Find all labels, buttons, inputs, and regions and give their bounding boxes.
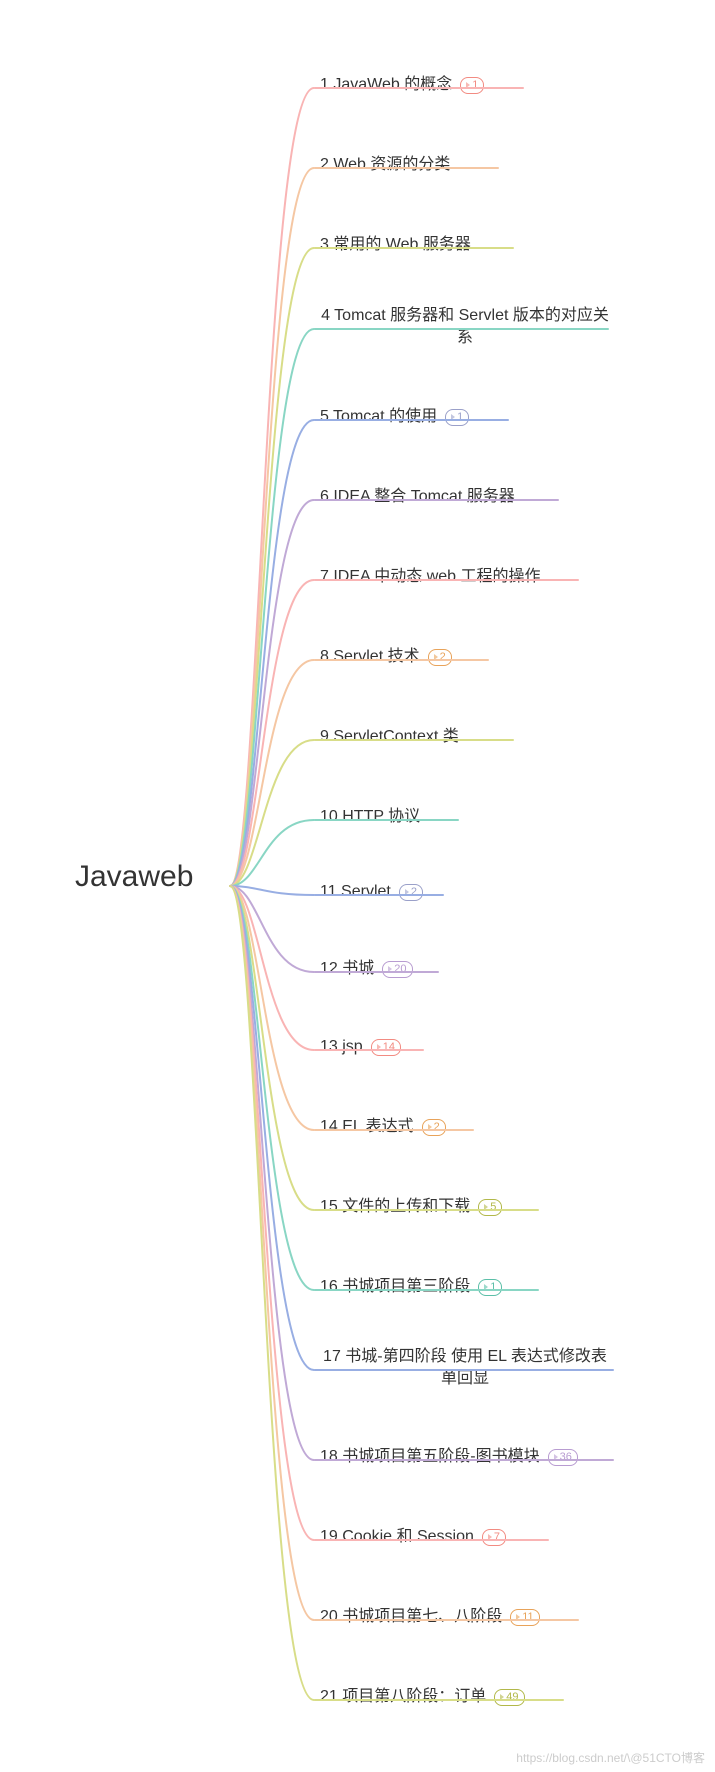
child-count-badge[interactable]: 1 bbox=[478, 1279, 502, 1296]
badge-count: 2 bbox=[440, 651, 446, 663]
mindmap-node-n1[interactable]: 1 JavaWeb 的概念 1 bbox=[320, 74, 484, 96]
node-underline bbox=[314, 819, 459, 821]
node-underline bbox=[314, 971, 439, 973]
node-label: 21 项目第八阶段：订单 bbox=[320, 1686, 486, 1708]
child-count-badge[interactable]: 36 bbox=[548, 1449, 578, 1466]
mindmap-node-n3[interactable]: 3 常用的 Web 服务器 bbox=[320, 234, 471, 256]
node-underline bbox=[314, 1459, 614, 1461]
node-label: 9 ServletContext 类 bbox=[320, 726, 459, 748]
child-count-badge[interactable]: 14 bbox=[371, 1039, 401, 1056]
mindmap-node-n6[interactable]: 6 IDEA 整合 Tomcat 服务器 bbox=[320, 486, 515, 508]
mindmap-node-n7[interactable]: 7 IDEA 中动态 web 工程的操作 bbox=[320, 566, 541, 588]
child-count-badge[interactable]: 49 bbox=[494, 1689, 524, 1706]
child-count-badge[interactable]: 1 bbox=[445, 409, 469, 426]
badge-count: 2 bbox=[434, 1121, 440, 1133]
mindmap-node-n15[interactable]: 15 文件的上传和下载 5 bbox=[320, 1196, 502, 1218]
node-label: 12 书城 bbox=[320, 958, 374, 980]
mindmap-node-n13[interactable]: 13 jsp 14 bbox=[320, 1036, 401, 1058]
child-count-badge[interactable]: 1 bbox=[460, 77, 484, 94]
node-underline bbox=[314, 739, 514, 741]
mindmap-node-n14[interactable]: 14 EL 表达式 2 bbox=[320, 1116, 446, 1138]
mindmap-node-n21[interactable]: 21 项目第八阶段：订单 49 bbox=[320, 1686, 525, 1708]
badge-count: 20 bbox=[394, 963, 406, 975]
child-count-badge[interactable]: 11 bbox=[510, 1609, 539, 1626]
node-underline bbox=[314, 247, 514, 249]
node-underline bbox=[314, 1049, 424, 1051]
mindmap-node-n10[interactable]: 10 HTTP 协议 bbox=[320, 806, 420, 828]
child-count-badge[interactable]: 20 bbox=[382, 961, 412, 978]
node-underline bbox=[314, 1539, 549, 1541]
node-label: 3 常用的 Web 服务器 bbox=[320, 234, 471, 256]
badge-count: 11 bbox=[522, 1611, 533, 1623]
badge-count: 5 bbox=[490, 1201, 496, 1213]
mindmap-node-n2[interactable]: 2 Web 资源的分类 bbox=[320, 154, 450, 176]
node-underline bbox=[314, 1699, 564, 1701]
node-underline bbox=[314, 87, 524, 89]
node-label: 18 书城项目第五阶段-图书模块 bbox=[320, 1446, 540, 1468]
mindmap-node-n18[interactable]: 18 书城项目第五阶段-图书模块 36 bbox=[320, 1446, 578, 1468]
child-count-badge[interactable]: 2 bbox=[428, 649, 452, 666]
node-label: 1 JavaWeb 的概念 bbox=[320, 74, 452, 96]
node-label: 8 Servlet 技术 bbox=[320, 646, 420, 668]
mindmap-node-n16[interactable]: 16 书城项目第三阶段 1 bbox=[320, 1276, 502, 1298]
root-label-text: Javaweb bbox=[75, 860, 193, 893]
node-underline bbox=[314, 1289, 539, 1291]
child-count-badge[interactable]: 2 bbox=[422, 1119, 446, 1136]
mindmap-node-n19[interactable]: 19 Cookie 和 Session 7 bbox=[320, 1526, 506, 1548]
node-underline bbox=[314, 1129, 474, 1131]
mindmap-node-n11[interactable]: 11 Servlet 2 bbox=[320, 881, 423, 903]
node-label: 2 Web 资源的分类 bbox=[320, 154, 450, 176]
mindmap-node-n5[interactable]: 5 Tomcat 的使用 1 bbox=[320, 406, 469, 428]
node-label: 16 书城项目第三阶段 bbox=[320, 1276, 470, 1298]
child-count-badge[interactable]: 7 bbox=[482, 1529, 506, 1546]
node-underline bbox=[314, 659, 489, 661]
mindmap-node-n12[interactable]: 12 书城 20 bbox=[320, 958, 413, 980]
node-underline bbox=[314, 1209, 539, 1211]
node-label: 13 jsp bbox=[320, 1036, 363, 1058]
node-underline bbox=[314, 579, 579, 581]
node-underline bbox=[314, 499, 559, 501]
mindmap-node-n8[interactable]: 8 Servlet 技术 2 bbox=[320, 646, 452, 668]
watermark-text: https://blog.csdn.net/\@51CTO博客 bbox=[516, 1749, 705, 1766]
node-underline bbox=[314, 419, 509, 421]
node-label: 19 Cookie 和 Session bbox=[320, 1526, 474, 1548]
mindmap-node-n9[interactable]: 9 ServletContext 类 bbox=[320, 726, 459, 748]
node-underline bbox=[314, 1619, 579, 1621]
node-label: 7 IDEA 中动态 web 工程的操作 bbox=[320, 566, 541, 588]
badge-count: 36 bbox=[560, 1451, 572, 1463]
child-count-badge[interactable]: 5 bbox=[478, 1199, 502, 1216]
node-label: 15 文件的上传和下载 bbox=[320, 1196, 470, 1218]
node-label: 5 Tomcat 的使用 bbox=[320, 406, 437, 428]
mindmap-node-n20[interactable]: 20 书城项目第七、八阶段 11 bbox=[320, 1606, 540, 1628]
badge-count: 7 bbox=[494, 1531, 500, 1543]
node-underline bbox=[314, 328, 609, 330]
node-label: 10 HTTP 协议 bbox=[320, 806, 420, 828]
node-label: 6 IDEA 整合 Tomcat 服务器 bbox=[320, 486, 515, 508]
badge-count: 49 bbox=[506, 1691, 518, 1703]
badge-count: 1 bbox=[472, 79, 478, 91]
node-label: 14 EL 表达式 bbox=[320, 1116, 414, 1138]
child-count-badge[interactable]: 2 bbox=[399, 884, 423, 901]
badge-count: 14 bbox=[383, 1041, 395, 1053]
node-underline bbox=[314, 1369, 614, 1371]
badge-count: 1 bbox=[490, 1281, 496, 1293]
badge-count: 2 bbox=[411, 886, 417, 898]
node-label: 20 书城项目第七、八阶段 bbox=[320, 1606, 502, 1628]
node-label: 11 Servlet bbox=[320, 881, 391, 903]
node-underline bbox=[314, 894, 444, 896]
node-underline bbox=[314, 167, 499, 169]
badge-count: 1 bbox=[457, 411, 463, 423]
root-node[interactable]: Javaweb bbox=[75, 860, 193, 894]
